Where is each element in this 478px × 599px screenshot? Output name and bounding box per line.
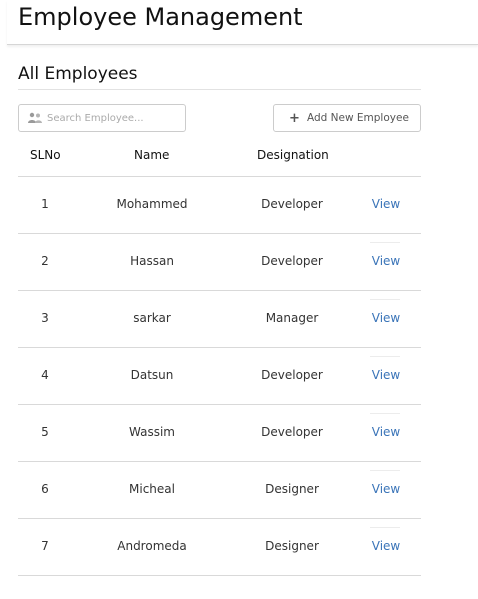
cell-name: Micheal — [129, 482, 175, 496]
cell-divider — [370, 527, 400, 528]
view-link[interactable]: View — [372, 368, 400, 382]
table-header: SLNo Name Designation — [18, 140, 421, 177]
column-header-name: Name — [134, 148, 170, 162]
cell-designation: Developer — [261, 197, 323, 211]
search-box[interactable] — [18, 104, 186, 132]
cell-sl: 4 — [41, 368, 49, 382]
app-title: Employee Management — [18, 3, 303, 31]
view-link[interactable]: View — [372, 197, 400, 211]
cell-name: Mohammed — [116, 197, 188, 211]
section-title: All Employees — [18, 64, 138, 84]
view-link[interactable]: View — [372, 482, 400, 496]
cell-divider — [370, 299, 400, 300]
cell-designation: Designer — [265, 482, 319, 496]
cell-divider — [370, 413, 400, 414]
search-input[interactable] — [47, 108, 181, 128]
users-icon — [28, 112, 42, 123]
column-header-designation: Designation — [257, 148, 329, 162]
employees-table: SLNo Name Designation 1 Mohammed Develop… — [18, 140, 421, 576]
cell-designation: Developer — [261, 254, 323, 268]
cell-sl: 3 — [41, 311, 49, 325]
cell-name: Wassim — [129, 425, 175, 439]
cell-sl: 1 — [41, 197, 49, 211]
cell-name: sarkar — [133, 311, 171, 325]
column-header-sl: SLNo — [30, 148, 61, 162]
table-row: 7 Andromeda Designer View — [18, 519, 421, 576]
table-row: 1 Mohammed Developer View — [18, 177, 421, 234]
cell-name: Andromeda — [117, 539, 187, 553]
add-employee-button[interactable]: + Add New Employee — [273, 104, 421, 132]
add-employee-label: Add New Employee — [307, 112, 409, 124]
table-row: 6 Micheal Designer View — [18, 462, 421, 519]
cell-designation: Designer — [265, 539, 319, 553]
cell-sl: 2 — [41, 254, 49, 268]
table-row: 4 Datsun Developer View — [18, 348, 421, 405]
cell-name: Datsun — [130, 368, 174, 382]
cell-designation: Developer — [261, 368, 323, 382]
cell-divider — [370, 356, 400, 357]
view-link[interactable]: View — [372, 425, 400, 439]
cell-divider — [370, 470, 400, 471]
table-row: 3 sarkar Manager View — [18, 291, 421, 348]
plus-icon: + — [289, 111, 300, 126]
view-link[interactable]: View — [372, 254, 400, 268]
cell-sl: 6 — [41, 482, 49, 496]
cell-name: Hassan — [130, 254, 174, 268]
table-row: 5 Wassim Developer View — [18, 405, 421, 462]
cell-designation: Manager — [265, 311, 319, 325]
cell-divider — [370, 242, 400, 243]
view-link[interactable]: View — [372, 539, 400, 553]
view-link[interactable]: View — [372, 311, 400, 325]
cell-sl: 7 — [41, 539, 49, 553]
cell-sl: 5 — [41, 425, 49, 439]
section-divider — [18, 89, 421, 90]
app-header: Employee Management — [7, 0, 478, 45]
cell-designation: Developer — [261, 425, 323, 439]
table-row: 2 Hassan Developer View — [18, 234, 421, 291]
